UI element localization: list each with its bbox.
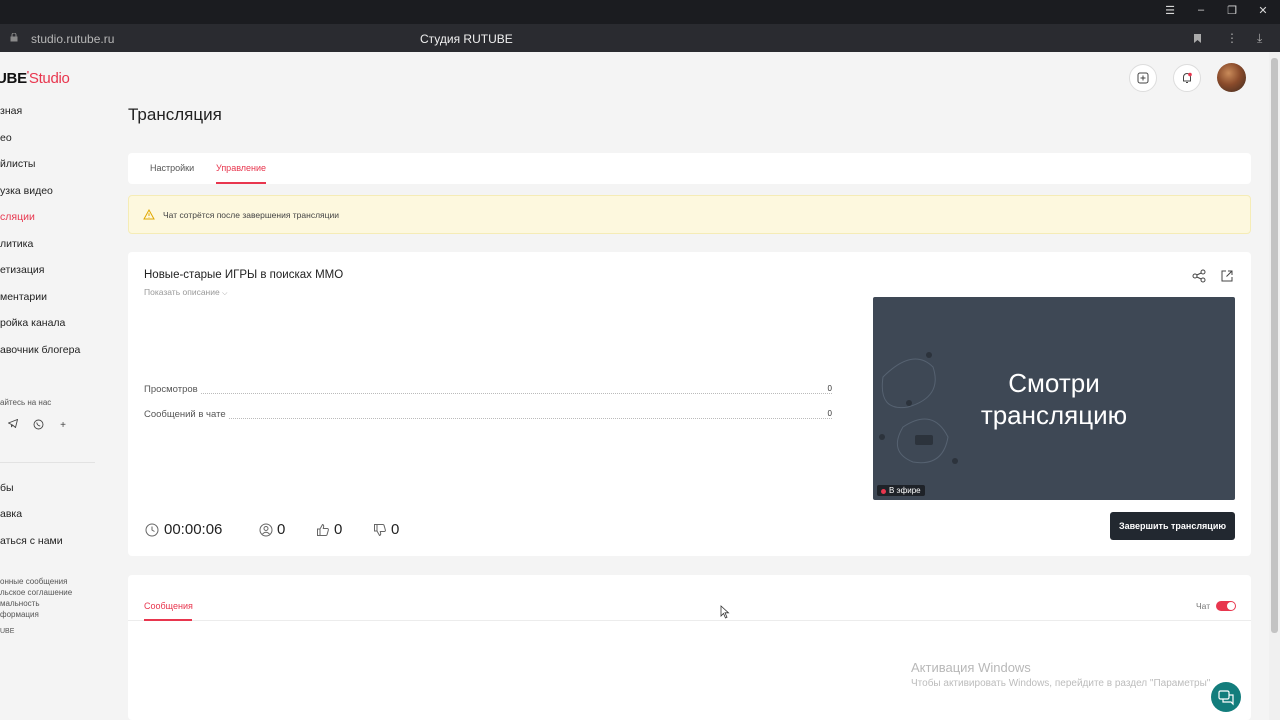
sidebar-item-streams[interactable]: сляции bbox=[0, 211, 35, 223]
footer-link-notices[interactable]: онные сообщения bbox=[0, 577, 67, 586]
url-text[interactable]: studio.rutube.ru bbox=[31, 32, 114, 46]
notifications-button[interactable] bbox=[1173, 64, 1201, 92]
stream-card: Новые-старые ИГРЫ в поисках ММО Показать… bbox=[128, 252, 1251, 556]
more-icon[interactable]: ⋮ bbox=[1226, 31, 1238, 45]
social-title: айтесь на нас bbox=[0, 398, 52, 407]
preview-cta-line1: Смотри bbox=[1008, 368, 1100, 398]
messages-tab-indicator bbox=[144, 619, 192, 621]
live-badge-label: В эфире bbox=[889, 486, 921, 495]
stream-preview[interactable]: Смотри трансляцию В эфире bbox=[873, 297, 1235, 500]
windows-activation-title: Активация Windows bbox=[911, 660, 1031, 675]
rutube-studio-logo[interactable]: UBE'Studio bbox=[0, 70, 70, 87]
warning-icon bbox=[143, 209, 155, 220]
dislikes-value: 0 bbox=[391, 521, 400, 538]
sidebar-item-playlists[interactable]: йлисты bbox=[0, 158, 35, 170]
download-icon[interactable]: ⤓ bbox=[1257, 31, 1262, 46]
clock-icon bbox=[145, 523, 159, 537]
stat-chat-messages-label: Сообщений в чате bbox=[144, 409, 229, 420]
tab-settings[interactable]: Настройки bbox=[150, 163, 194, 173]
live-dot-icon bbox=[881, 489, 886, 494]
sidebar-item-jobs[interactable]: бы bbox=[0, 482, 14, 494]
menu-icon[interactable]: ☰ bbox=[1161, 4, 1179, 17]
stat-chat-messages-value: 0 bbox=[824, 409, 832, 418]
browser-title-bar: ☰ – ❐ ✕ bbox=[0, 0, 1280, 24]
sidebar-item-contact[interactable]: аться с нами bbox=[0, 535, 63, 547]
windows-activation-hint: Чтобы активировать Windows, перейдите в … bbox=[911, 678, 1211, 689]
copyright: UBE bbox=[0, 628, 15, 635]
address-bar: studio.rutube.ru Студия RUTUBE ⋮ ⤓ bbox=[0, 24, 1280, 52]
alert-text: Чат сотрётся после завершения трансляции bbox=[163, 210, 340, 220]
chat-toggle-label: Чат bbox=[1196, 601, 1211, 611]
sidebar-item-monetization[interactable]: етизация bbox=[0, 264, 44, 276]
live-badge: В эфире bbox=[877, 485, 925, 496]
bookmark-icon[interactable] bbox=[1193, 33, 1202, 44]
chat-toggle[interactable] bbox=[1216, 601, 1236, 611]
sidebar-item-video[interactable]: ео bbox=[0, 132, 12, 144]
end-stream-button[interactable]: Завершить трансляцию bbox=[1110, 512, 1235, 540]
thumbs-up-icon bbox=[317, 523, 329, 536]
viewers-value: 0 bbox=[277, 521, 286, 538]
mouse-cursor-icon bbox=[720, 605, 730, 619]
external-link-icon[interactable] bbox=[1220, 269, 1234, 283]
chat-divider bbox=[128, 620, 1251, 621]
minimize-icon[interactable]: – bbox=[1192, 4, 1210, 16]
likes-count: 0 bbox=[316, 520, 350, 540]
sidebar-item-channel-settings[interactable]: ройка канала bbox=[0, 317, 65, 329]
tab-management[interactable]: Управление bbox=[216, 163, 266, 173]
logo-studio: Studio bbox=[28, 70, 70, 87]
browser-page-title: Студия RUTUBE bbox=[420, 32, 513, 46]
chat-warning-alert: Чат сотрётся после завершения трансляции bbox=[128, 195, 1251, 234]
plus-icon[interactable]: + bbox=[56, 419, 70, 433]
avatar[interactable] bbox=[1217, 63, 1246, 92]
share-icon[interactable] bbox=[1192, 269, 1206, 283]
stat-chat-messages: Сообщений в чате 0 bbox=[144, 409, 832, 421]
page-scrollbar[interactable] bbox=[1269, 52, 1280, 720]
page-title: Трансляция bbox=[128, 105, 222, 124]
stat-views-label: Просмотров bbox=[144, 384, 201, 395]
thumbs-down-icon bbox=[374, 524, 386, 537]
bell-icon bbox=[1183, 72, 1192, 83]
add-video-icon bbox=[1137, 72, 1149, 84]
preview-cta: Смотри трансляцию bbox=[873, 367, 1235, 431]
sidebar-item-analytics[interactable]: литика bbox=[0, 238, 33, 250]
lock-icon bbox=[10, 33, 18, 42]
sidebar-item-main[interactable]: зная bbox=[0, 105, 22, 117]
telegram-icon[interactable] bbox=[6, 418, 20, 433]
stat-views: Просмотров 0 bbox=[144, 384, 832, 396]
stream-title: Новые-старые ИГРЫ в поисках ММО bbox=[144, 269, 344, 281]
restore-icon[interactable]: ❐ bbox=[1223, 4, 1241, 17]
tabs-bar: Настройки Управление bbox=[128, 153, 1251, 184]
user-icon bbox=[259, 523, 273, 537]
likes-value: 0 bbox=[334, 521, 343, 538]
upload-button[interactable] bbox=[1129, 64, 1157, 92]
footer-link-info[interactable]: формация bbox=[0, 610, 39, 619]
sidebar-divider bbox=[0, 462, 95, 463]
footer-link-agreement[interactable]: льское соглашение bbox=[0, 588, 72, 597]
duration-value: 00:00:06 bbox=[164, 521, 223, 538]
stream-duration: 00:00:06 bbox=[145, 520, 235, 540]
close-icon[interactable]: ✕ bbox=[1254, 4, 1272, 17]
dislikes-count: 0 bbox=[373, 520, 407, 540]
tab-messages[interactable]: Сообщения bbox=[144, 601, 193, 611]
preview-cta-line2: трансляцию bbox=[980, 400, 1128, 430]
show-description-link[interactable]: Показать описание ⌵ bbox=[144, 287, 227, 298]
active-tab-indicator bbox=[216, 182, 266, 184]
support-chat-button[interactable] bbox=[1211, 682, 1241, 712]
viewers-count: 0 bbox=[259, 520, 293, 540]
sidebar-item-comments[interactable]: ментарии bbox=[0, 291, 47, 303]
chevron-down-icon: ⌵ bbox=[222, 290, 228, 297]
viber-icon[interactable] bbox=[31, 419, 45, 433]
stat-views-value: 0 bbox=[824, 384, 832, 393]
show-description-label: Показать описание bbox=[144, 287, 220, 297]
footer-link-privacy[interactable]: мальность bbox=[0, 599, 39, 608]
chat-card: Сообщения Чат bbox=[128, 575, 1251, 720]
sidebar: UBE'Studio зная ео йлисты узка видео сля… bbox=[0, 52, 120, 720]
sidebar-item-help[interactable]: авка bbox=[0, 508, 22, 520]
sidebar-item-blogger-guide[interactable]: авочник блогера bbox=[0, 344, 80, 356]
scrollbar-thumb[interactable] bbox=[1271, 58, 1278, 633]
chat-bubble-icon bbox=[1218, 690, 1234, 706]
sidebar-item-upload[interactable]: узка видео bbox=[0, 185, 53, 197]
logo-main: UBE bbox=[0, 70, 27, 87]
